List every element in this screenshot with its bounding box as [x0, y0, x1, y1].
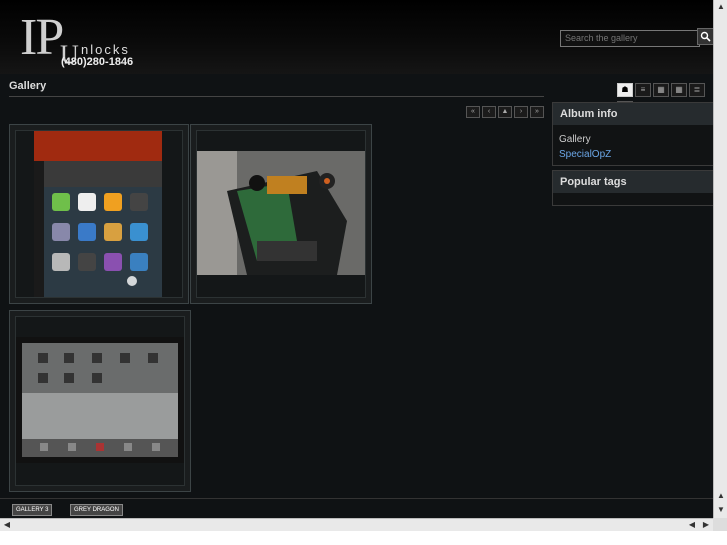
popular-tags-panel: Popular tags [552, 170, 713, 206]
search-icon [700, 31, 711, 42]
gallery-thumbnail[interactable] [9, 124, 189, 304]
scroll-down-icon[interactable]: ▼ [715, 504, 727, 516]
thumbnail-frame [196, 130, 366, 298]
gallery-thumbnail[interactable] [190, 124, 372, 304]
album-info-gallery: Gallery [559, 134, 591, 145]
vertical-scrollbar[interactable]: ▲ ▲ ▼ [713, 0, 727, 518]
scroll-right-icon[interactable]: ▶ [700, 519, 712, 531]
search-button[interactable] [697, 28, 713, 45]
title-divider [9, 96, 544, 97]
horizontal-scrollbar[interactable]: ◀ ◀ ▶ [0, 518, 713, 532]
scroll-down-icon[interactable]: ▲ [715, 490, 727, 502]
album-info-panel: Album info Gallery SpecialOpZ [552, 102, 713, 166]
scroll-up-icon[interactable]: ▲ [715, 1, 727, 13]
thumbnail-image [16, 337, 184, 463]
previous-page-icon[interactable]: ‹ [482, 106, 496, 118]
bottom-strip [0, 531, 727, 545]
pager: «‹ ▲ ›» [464, 100, 544, 118]
footer: GALLERY 3 GREY DRAGON [0, 498, 713, 518]
view-mode-toolbar: ☗≡▦▦≣▦ [617, 79, 713, 115]
view-grid-small-icon[interactable]: ▦ [653, 83, 669, 97]
album-info-title: Album info [553, 103, 713, 125]
site-logo[interactable]: IP U nlocks (480)280-1846 [20, 9, 150, 70]
scroll-left-icon[interactable]: ◀ [686, 519, 698, 531]
header: IP U nlocks (480)280-1846 [0, 0, 713, 74]
page: IP U nlocks (480)280-1846 Gallery ☗≡▦▦≣▦… [0, 0, 713, 518]
thumbnail-image [197, 151, 365, 275]
up-icon[interactable]: ▲ [498, 106, 512, 118]
next-page-icon[interactable]: › [514, 106, 528, 118]
page-title: Gallery [9, 80, 47, 92]
logo-phone: (480)280-1846 [61, 56, 134, 68]
scrollbar-corner [713, 518, 727, 531]
theme-credit-badge[interactable]: GREY DRAGON [70, 504, 123, 516]
view-detail-icon[interactable]: ≣ [689, 83, 705, 97]
logo-ip: IP [20, 9, 64, 66]
logo-nlocks: nlocks [81, 42, 130, 57]
scroll-left-icon[interactable]: ◀ [1, 519, 13, 531]
thumbnail-image [34, 131, 162, 297]
first-page-icon[interactable]: « [466, 106, 480, 118]
gallery-credit-badge[interactable]: GALLERY 3 [12, 504, 53, 516]
popular-tags-title: Popular tags [553, 171, 713, 193]
thumbnail-frame [15, 316, 185, 486]
search-input[interactable] [560, 29, 700, 47]
last-page-icon[interactable]: » [530, 106, 544, 118]
gallery-thumbnail[interactable] [9, 310, 191, 492]
album-info-owner-link[interactable]: SpecialOpZ [559, 149, 611, 160]
view-grid-icon[interactable]: ▦ [671, 83, 687, 97]
slideshow-icon[interactable]: ☗ [617, 83, 633, 97]
search-form [560, 28, 713, 47]
view-list-icon[interactable]: ≡ [635, 83, 651, 97]
thumbnail-frame [15, 130, 183, 298]
